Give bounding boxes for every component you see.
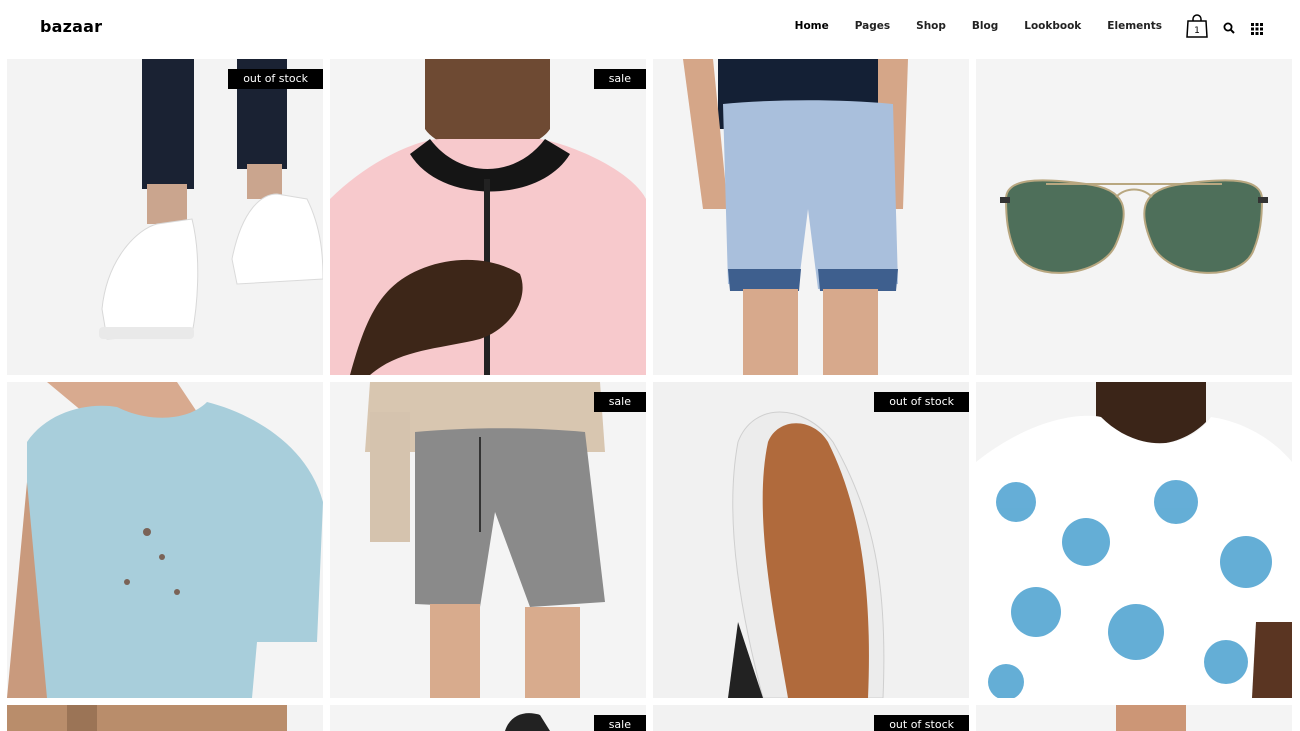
main-nav: Home Pages Shop Blog Lookbook Elements [795, 20, 1162, 32]
grid-menu-icon[interactable] [1251, 22, 1263, 35]
nav-item-shop[interactable]: Shop [916, 20, 946, 32]
nav-item-blog[interactable]: Blog [972, 20, 998, 32]
nav-item-elements[interactable]: Elements [1107, 20, 1162, 32]
stock-badge: out of stock [228, 69, 323, 89]
product-grid-row-partial: sale out of stock [7, 705, 1293, 731]
product-card-suede-jacket[interactable] [7, 705, 323, 731]
sale-badge: sale [593, 392, 646, 412]
product-card-sneaker-sole[interactable]: out of stock [653, 382, 969, 698]
product-card-aviator-sunglasses[interactable] [976, 59, 1292, 375]
product-card-distressed-tshirt[interactable] [7, 382, 323, 698]
nav-item-lookbook[interactable]: Lookbook [1024, 20, 1081, 32]
stock-badge: out of stock [874, 392, 969, 412]
product-card-shirt[interactable] [976, 705, 1292, 731]
stock-badge: out of stock [874, 715, 969, 731]
product-image [653, 382, 969, 698]
product-image [976, 59, 1292, 375]
search-icon[interactable] [1223, 21, 1235, 34]
product-card-black-sneaker[interactable]: sale [330, 705, 646, 731]
product-image [976, 705, 1292, 731]
brand-logo[interactable]: bazaar [40, 17, 102, 36]
nav-item-pages[interactable]: Pages [855, 20, 890, 32]
sale-badge: sale [593, 715, 646, 731]
product-card-pink-bomber[interactable]: sale [330, 59, 646, 375]
product-card-white-sneakers[interactable]: out of stock [7, 59, 323, 375]
product-image [7, 382, 323, 698]
cart-count: 1 [1194, 26, 1200, 36]
product-image [976, 382, 1292, 698]
product-card-grey-shorts[interactable]: sale [330, 382, 646, 698]
product-card-linen-shorts[interactable] [653, 59, 969, 375]
product-image [7, 59, 323, 375]
product-image [653, 59, 969, 375]
product-image [330, 382, 646, 698]
product-card-3[interactable]: out of stock [653, 705, 969, 731]
product-card-floral-tshirt[interactable] [976, 382, 1292, 698]
site-header: bazaar Home Pages Shop Blog Lookbook Ele… [0, 0, 1300, 58]
shopping-bag-icon[interactable]: 1 [1186, 14, 1208, 38]
product-image [330, 59, 646, 375]
product-grid: out of stock sale sale out of stock [7, 59, 1293, 698]
product-image [7, 705, 323, 731]
sale-badge: sale [593, 69, 646, 89]
nav-item-home[interactable]: Home [795, 20, 829, 32]
